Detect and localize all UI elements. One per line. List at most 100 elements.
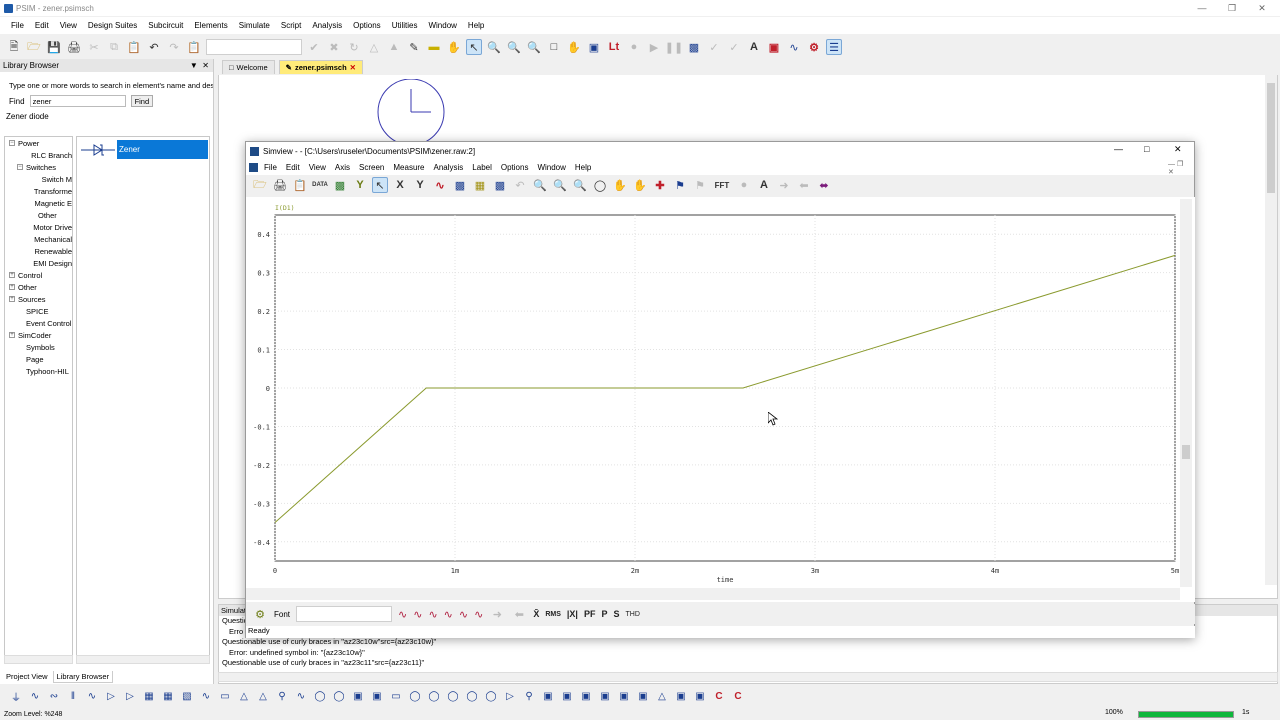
simulate-icon[interactable]: ▣ <box>586 39 602 55</box>
ltspice-icon[interactable]: Lt <box>606 39 622 55</box>
tree-item[interactable]: Other <box>5 209 72 221</box>
open-folder-icon[interactable]: 🗁 <box>252 177 268 193</box>
rotate-icon[interactable]: ↻ <box>346 39 362 55</box>
simview-menu-help[interactable]: Help <box>575 163 591 172</box>
dc-source-icon[interactable]: ◯ <box>312 688 328 704</box>
thd-button[interactable]: THD <box>626 611 640 618</box>
tab-project-view[interactable]: Project View <box>3 671 51 682</box>
arrow-left-icon[interactable]: ⬅ <box>796 177 812 193</box>
plot-area[interactable]: -0.4 -0.3 -0.2 -0.1 0 0.1 0.2 0.3 0.4 0 1m 2m 3m 4m 5m… <box>246 197 1195 602</box>
list-icon[interactable]: ☰ <box>826 39 842 55</box>
inductor-icon[interactable]: ∾ <box>46 688 62 704</box>
ac-source-icon[interactable]: ∿ <box>293 688 309 704</box>
redo-icon[interactable]: ↷ <box>166 39 182 55</box>
menu-view[interactable]: View <box>60 21 77 30</box>
tab-welcome[interactable]: □ Welcome <box>222 60 275 74</box>
thyristor-icon[interactable]: ▷ <box>122 688 138 704</box>
new-file-icon[interactable]: 🗎 <box>6 39 22 55</box>
zoom-out-icon[interactable]: 🔍 <box>572 177 588 193</box>
pan-hand-icon[interactable]: ✋ <box>446 39 462 55</box>
voltmeter-icon[interactable]: ◯ <box>407 688 423 704</box>
simview-menu-screen[interactable]: Screen <box>359 163 384 172</box>
menu-analysis[interactable]: Analysis <box>312 21 342 30</box>
zoom-fit-icon[interactable]: ◯ <box>592 177 608 193</box>
simview-menu-file[interactable]: File <box>264 163 277 172</box>
pan-hand2-icon[interactable]: ✋ <box>632 177 648 193</box>
red-block-icon[interactable]: ▣ <box>766 39 782 55</box>
s-button[interactable]: S <box>613 609 619 619</box>
undo-icon[interactable]: ↶ <box>512 177 528 193</box>
tree-item[interactable]: RLC Branch <box>5 149 72 161</box>
expand-icon[interactable]: + <box>9 272 15 278</box>
tree-item[interactable]: Symbols <box>5 341 72 353</box>
antenna-icon[interactable]: △ <box>654 688 670 704</box>
fit-page-icon[interactable]: □ <box>546 39 562 55</box>
rlc-icon[interactable]: ∿ <box>84 688 100 704</box>
collapse-icon[interactable]: − <box>9 140 15 146</box>
mdi-controls[interactable]: — ❐ ✕ <box>1168 160 1185 176</box>
expand-icon[interactable]: + <box>9 332 15 338</box>
probe2-icon[interactable]: ✓ <box>726 39 742 55</box>
tree-item[interactable]: Magnetic E <box>5 197 72 209</box>
zoom-icon[interactable]: 🔍 <box>532 177 548 193</box>
print-icon[interactable]: 🖨 <box>66 39 82 55</box>
logic6-icon[interactable]: ▣ <box>635 688 651 704</box>
save-icon[interactable]: 💾 <box>46 39 62 55</box>
tree-item[interactable]: + Control <box>5 269 72 281</box>
waveform-icon[interactable]: ∿ <box>432 177 448 193</box>
panel-close-icon[interactable]: ✕ <box>202 61 209 70</box>
text-icon[interactable]: A <box>756 177 772 193</box>
igbt-icon[interactable]: ▦ <box>160 688 176 704</box>
fft-icon[interactable]: FFT <box>712 177 732 193</box>
menu-design-suites[interactable]: Design Suites <box>88 21 137 30</box>
double-arrow-icon[interactable]: ⬌ <box>816 177 832 193</box>
menu-script[interactable]: Script <box>281 21 301 30</box>
capacitor-icon[interactable]: ‖ <box>65 688 81 704</box>
cursor-icon[interactable]: ✚ <box>652 177 668 193</box>
prev-icon[interactable]: ⬅ <box>511 606 527 622</box>
run-icon[interactable]: ▶ <box>646 39 662 55</box>
tree-item[interactable]: Transforme <box>5 185 72 197</box>
peak-icon[interactable]: ∿ <box>428 608 437 621</box>
gauge-icon[interactable]: ◯ <box>464 688 480 704</box>
print-icon[interactable]: 🖨 <box>272 177 288 193</box>
logic2-icon[interactable]: ▣ <box>559 688 575 704</box>
label-icon[interactable]: ▬ <box>426 39 442 55</box>
abs-x-icon[interactable]: |X| <box>567 609 578 619</box>
mosfet-icon[interactable]: ▦ <box>141 688 157 704</box>
tree-hscrollbar[interactable] <box>4 655 73 664</box>
pf-button[interactable]: PF <box>584 609 596 619</box>
maximize-icon[interactable]: □ <box>1144 144 1149 154</box>
zoom-icon[interactable]: 🔍 <box>486 39 502 55</box>
tree-item[interactable]: Renewable <box>5 245 72 257</box>
element-combo[interactable] <box>206 39 302 55</box>
clipboard-icon[interactable]: 📋 <box>186 39 202 55</box>
minimize-icon[interactable]: — <box>1114 144 1123 154</box>
tree-item[interactable]: SPICE <box>5 305 72 317</box>
arrow-right-icon[interactable]: ➜ <box>776 177 792 193</box>
mean-x-icon[interactable]: X̄ <box>533 609 539 619</box>
messages-hscrollbar[interactable] <box>218 672 1278 682</box>
pan-hand-icon[interactable]: ✋ <box>612 177 628 193</box>
tab-zener[interactable]: ✎ zener.psimsch ✕ <box>278 60 363 74</box>
waveform-icon[interactable]: ∿ <box>786 39 802 55</box>
find-button[interactable]: Find <box>130 95 154 107</box>
tab-library-browser[interactable]: Library Browser <box>52 670 114 683</box>
tree-item[interactable]: Switch M <box>5 173 72 185</box>
cut-icon[interactable]: ✂ <box>86 39 102 55</box>
tree-item[interactable]: + Other <box>5 281 72 293</box>
stop-icon[interactable]: ● <box>626 39 642 55</box>
scope-icon[interactable]: ▣ <box>350 688 366 704</box>
simview-icon[interactable]: ▩ <box>686 39 702 55</box>
diode-icon[interactable]: ▷ <box>103 688 119 704</box>
zoom-in-icon[interactable]: 🔍 <box>552 177 568 193</box>
menu-elements[interactable]: Elements <box>194 21 227 30</box>
transformer-icon[interactable]: ∿ <box>198 688 214 704</box>
tree-item[interactable]: + SimCoder <box>5 329 72 341</box>
wire-icon[interactable]: ✎ <box>406 39 422 55</box>
settings-gear-icon[interactable]: ⚙ <box>252 606 268 622</box>
result-item-zener[interactable]: Zener <box>117 140 208 159</box>
zoom-hand-icon[interactable]: ✋ <box>566 39 582 55</box>
tree-item[interactable]: Typhoon-HIL <box>5 365 72 377</box>
logic3-icon[interactable]: ▣ <box>578 688 594 704</box>
